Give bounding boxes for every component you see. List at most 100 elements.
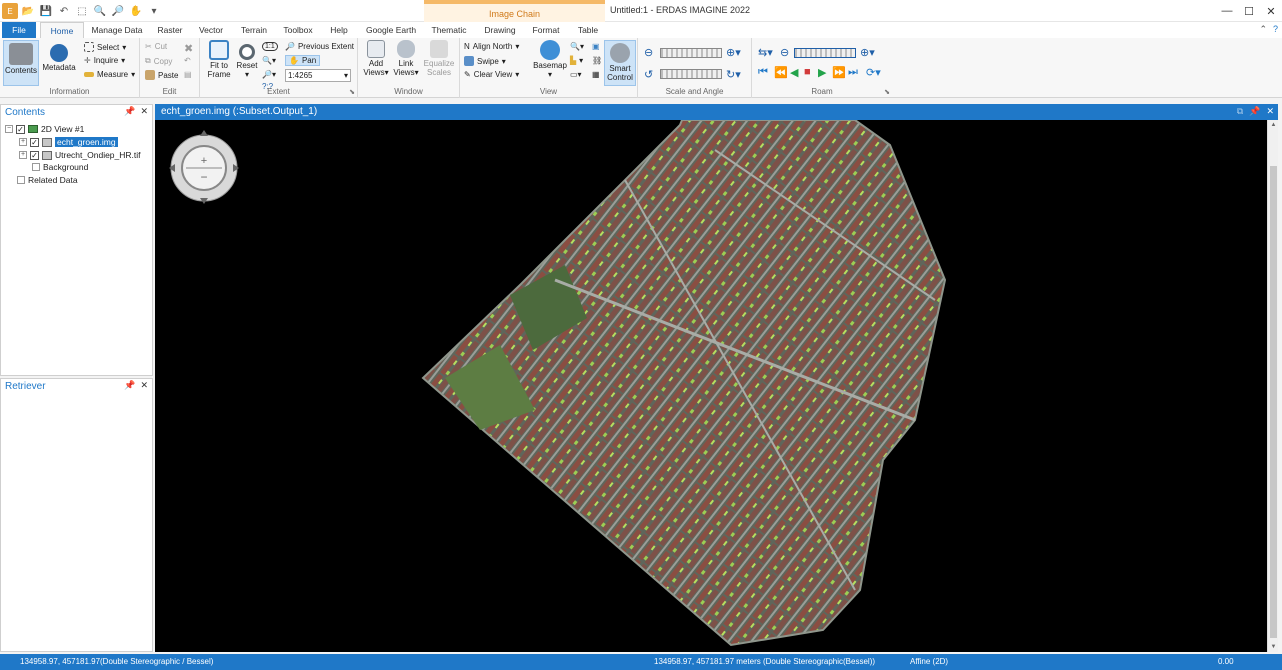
roam-speed-slider[interactable] <box>794 48 856 58</box>
align-north-button[interactable]: N Align North ▾ <box>464 42 519 51</box>
collapse-ribbon-icon[interactable]: ⌃ <box>1259 24 1267 35</box>
roam-speed-icon[interactable]: ⊖ <box>780 46 789 59</box>
open-icon[interactable]: 📂 <box>20 3 36 19</box>
smart-control-button[interactable]: Smart Control <box>604 40 636 86</box>
scale-icon[interactable]: ⊖ <box>644 46 653 59</box>
tab-table[interactable]: Table <box>572 22 604 38</box>
extent-dialog-launcher-icon[interactable]: ⬊ <box>349 88 355 96</box>
tab-raster[interactable]: Raster <box>150 22 190 38</box>
customize-toolbar-icon[interactable]: ▾ <box>146 3 162 19</box>
roam-loop-icon[interactable]: ⟳▾ <box>866 66 881 79</box>
viewer-restore-icon[interactable]: ⧉ <box>1237 106 1243 117</box>
panel-close-icon[interactable]: ✕ <box>140 380 148 391</box>
contents-button[interactable]: Contents <box>3 40 39 86</box>
cut-button[interactable]: ✂ Cut <box>145 42 167 51</box>
roam-play-back-icon[interactable]: ◀ <box>790 66 798 79</box>
tab-google-earth[interactable]: Google Earth <box>362 22 420 38</box>
zoom-in-fixed-icon[interactable]: 🔍▾ <box>262 56 276 65</box>
scrollbar-thumb[interactable] <box>1270 166 1277 638</box>
view-frame-icon[interactable]: ▭▾ <box>570 70 582 79</box>
map-canvas[interactable]: + − <box>155 120 1267 652</box>
add-views-button[interactable]: Add Views▾ <box>361 40 391 77</box>
view-link-icon[interactable]: ⛓ <box>592 56 602 65</box>
view-nav-icon[interactable]: ▣ <box>592 42 600 51</box>
tree-item-view[interactable]: − ✓ 2D View #1 <box>5 123 84 135</box>
inquire-button[interactable]: ✛ Inquire ▾ <box>84 56 125 65</box>
roam-play-icon[interactable]: ▶ <box>818 66 826 79</box>
swipe-button[interactable]: Swipe ▾ <box>464 56 506 66</box>
select-tool-icon[interactable]: ⬚ <box>74 3 90 19</box>
pin-icon[interactable]: 📌 <box>124 106 135 117</box>
layer-checkbox[interactable]: ✓ <box>30 137 39 147</box>
tab-thematic[interactable]: Thematic <box>426 22 472 38</box>
metadata-button[interactable]: Metadata <box>40 40 78 72</box>
one-to-one-icon[interactable]: 1:1 <box>262 42 278 51</box>
tab-terrain[interactable]: Terrain <box>234 22 274 38</box>
roam-first-icon[interactable]: ⏮ <box>758 66 768 79</box>
image-chain-contextual-tab[interactable]: Image Chain <box>424 0 605 22</box>
view-zoom-icon[interactable]: 🔍▾ <box>570 42 584 51</box>
clear-view-button[interactable]: ✎ Clear View ▾ <box>464 70 519 79</box>
view-checkbox[interactable]: ✓ <box>16 124 25 134</box>
zoom-out-icon[interactable]: 🔎 <box>110 3 126 19</box>
roam-options-icon[interactable]: ⊕▾ <box>860 46 875 59</box>
scale-reset-icon[interactable]: ⊕▾ <box>726 46 741 59</box>
app-icon[interactable]: E <box>2 3 18 19</box>
viewer-vertical-scrollbar[interactable]: ▲ ▼ <box>1267 120 1278 652</box>
reset-button[interactable]: Reset ▾ <box>236 40 258 79</box>
pan-icon[interactable]: ✋ <box>128 3 144 19</box>
link-views-button[interactable]: Link Views▾ <box>391 40 421 77</box>
view-grid-icon[interactable]: ▦ <box>592 70 600 79</box>
save-icon[interactable]: 💾 <box>38 3 54 19</box>
help-icon[interactable]: ? <box>1273 24 1278 35</box>
undo-icon[interactable]: ↶ <box>56 3 72 19</box>
clipboard-icon[interactable]: ▤ <box>184 70 192 79</box>
minimize-icon[interactable]: — <box>1216 0 1238 22</box>
angle-slider[interactable] <box>660 69 722 79</box>
tree-item-layer[interactable]: + ✓ echt_groen.img <box>19 136 118 148</box>
tab-vector[interactable]: Vector <box>192 22 230 38</box>
roam-path-icon[interactable]: ⇆▾ <box>758 46 773 59</box>
roam-step-forward-icon[interactable]: ⏩ <box>832 66 846 79</box>
viewer-close-icon[interactable]: ✕ <box>1266 106 1274 117</box>
measure-button[interactable]: Measure ▾ <box>84 70 135 79</box>
zoom-in-icon[interactable]: 🔍 <box>92 3 108 19</box>
collapse-icon[interactable]: − <box>5 125 13 133</box>
navigation-control[interactable]: + − <box>169 128 239 204</box>
zoom-out-fixed-icon[interactable]: 🔎▾ <box>262 70 276 79</box>
tab-manage-data[interactable]: Manage Data <box>88 22 146 38</box>
close-icon[interactable]: ✕ <box>1260 0 1282 22</box>
pan-button[interactable]: ✋ Pan <box>285 55 321 66</box>
tab-file[interactable]: File <box>2 22 36 38</box>
equalize-scales-button[interactable]: Equalize Scales <box>421 40 457 77</box>
scroll-down-icon[interactable]: ▼ <box>1268 644 1279 650</box>
undo-edit-icon[interactable]: ↶ <box>184 56 191 65</box>
roam-dialog-launcher-icon[interactable]: ⬊ <box>884 88 890 96</box>
tab-home[interactable]: Home <box>40 22 84 38</box>
tab-help[interactable]: Help <box>322 22 356 38</box>
view-ruler-icon[interactable]: ▙ ▾ <box>570 56 583 65</box>
roam-step-back-icon[interactable]: ⏪ <box>774 66 788 79</box>
copy-button[interactable]: ⧉ Copy <box>145 56 172 66</box>
tree-item-background[interactable]: Background <box>32 161 88 173</box>
scale-combo[interactable]: 1:4265 ▾ <box>285 69 351 82</box>
expand-icon[interactable]: + <box>19 138 27 146</box>
select-button[interactable]: Select ▾ <box>84 42 126 52</box>
tree-item-layer[interactable]: + ✓ Utrecht_Ondiep_HR.tif <box>19 149 141 161</box>
maximize-icon[interactable]: ☐ <box>1238 0 1260 22</box>
fit-to-frame-button[interactable]: Fit to Frame <box>203 40 235 79</box>
basemap-button[interactable]: Basemap ▾ <box>532 40 568 79</box>
delete-icon[interactable]: ✖ <box>184 42 193 55</box>
previous-extent-button[interactable]: 🔎 Previous Extent <box>285 42 354 51</box>
scale-slider[interactable] <box>660 48 722 58</box>
tab-format[interactable]: Format <box>528 22 564 38</box>
paste-button[interactable]: Paste <box>145 70 178 80</box>
tab-drawing[interactable]: Drawing <box>478 22 522 38</box>
pin-icon[interactable]: 📌 <box>124 380 135 391</box>
rotate-icon[interactable]: ↺ <box>644 68 653 81</box>
layer-checkbox[interactable]: ✓ <box>30 150 39 160</box>
expand-icon[interactable]: + <box>19 151 27 159</box>
tree-item-related-data[interactable]: Related Data <box>17 174 78 186</box>
roam-stop-icon[interactable]: ■ <box>804 66 811 78</box>
tab-toolbox[interactable]: Toolbox <box>278 22 318 38</box>
